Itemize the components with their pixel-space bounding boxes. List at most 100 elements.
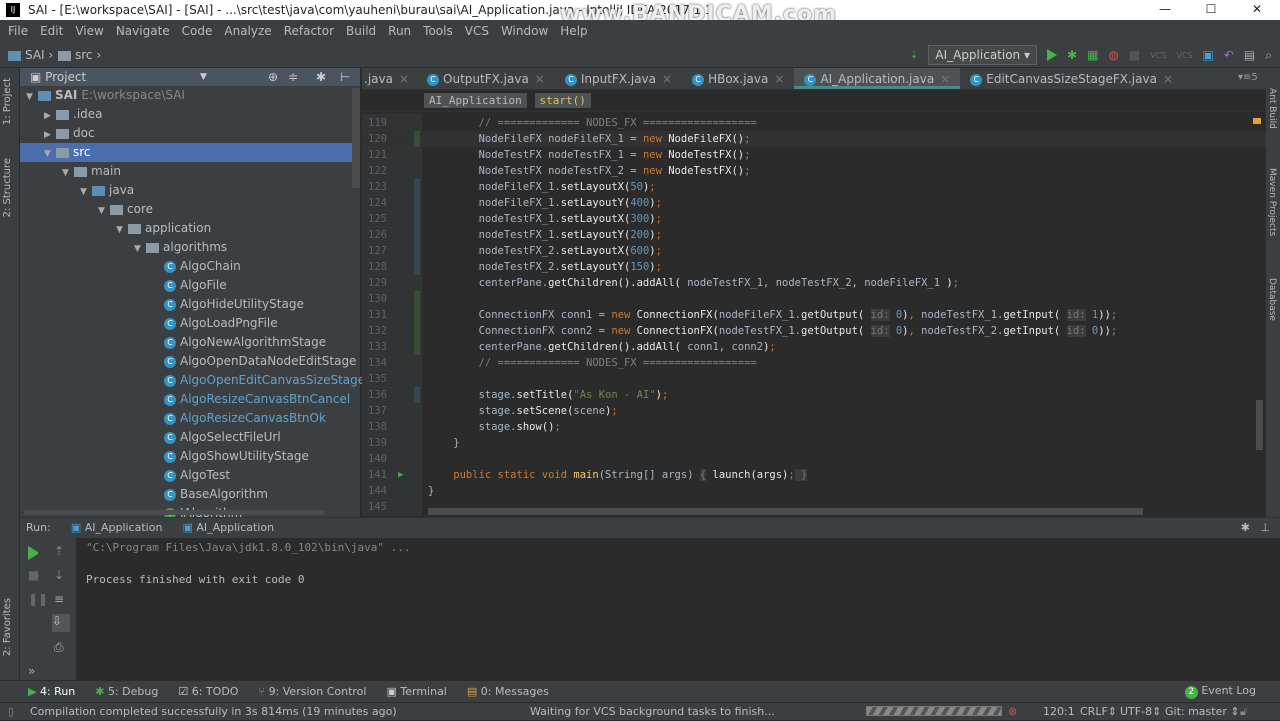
tab-outputfx-java[interactable]: C OutputFX.java × (417, 68, 555, 89)
encoding[interactable]: UTF-8⇕ (1120, 703, 1161, 721)
tabs-overflow-button[interactable]: ▾≡5 (1238, 72, 1258, 83)
maximize-button[interactable]: ☐ (1188, 0, 1234, 20)
tree-item[interactable]: ▼ SAI E:\workspace\SAI (20, 86, 360, 105)
wrap-icon[interactable]: ≡ (54, 592, 68, 606)
git-branch[interactable]: Git: master ⇕ (1165, 703, 1240, 721)
status-message[interactable]: Compilation completed successfully in 3s… (30, 703, 397, 721)
tree-item[interactable]: C AlgoOpenEditCanvasSizeStage (20, 371, 365, 390)
menu-view[interactable]: View (69, 20, 109, 42)
tree-hscrollbar[interactable] (24, 510, 324, 515)
tree-scrollbar[interactable] (352, 88, 360, 188)
menu-analyze[interactable]: Analyze (218, 20, 277, 42)
menu-tools[interactable]: Tools (417, 20, 459, 42)
favorites-tool-tab[interactable]: 2: Favorites (2, 598, 13, 656)
print-icon[interactable]: ⎙ (54, 640, 68, 654)
menu-code[interactable]: Code (176, 20, 219, 42)
tree-item[interactable]: ▶ .idea (20, 105, 360, 124)
vcs-change-marker[interactable] (414, 291, 420, 355)
revert-icon[interactable]: ↶ (1224, 48, 1234, 62)
menu-file[interactable]: File (2, 20, 34, 42)
tree-item[interactable]: C AlgoNewAlgorithmStage (20, 333, 360, 352)
tool-button-version-control[interactable]: ⑂ 9: Version Control (258, 681, 366, 702)
close-tab-icon[interactable]: × (1163, 72, 1173, 86)
breadcrumb-method[interactable]: start() (534, 93, 591, 108)
run-icon[interactable] (1047, 49, 1057, 61)
more-icon[interactable]: » (28, 664, 42, 678)
hide-panel-icon[interactable]: ⊢ (340, 68, 350, 86)
menu-run[interactable]: Run (382, 20, 417, 42)
gear-icon[interactable]: ✱ (1241, 518, 1250, 538)
code-editor[interactable]: 119 // ============= NODES_FX ==========… (362, 114, 1266, 516)
tab-hbox-java[interactable]: C HBox.java × (682, 68, 794, 89)
stop-icon[interactable]: ■ (1129, 48, 1140, 62)
caret-position[interactable]: 120:1 (1043, 703, 1075, 721)
scroll-up-icon[interactable]: ⇡ (54, 544, 68, 558)
vcs-update-icon[interactable]: VCS (1150, 51, 1166, 60)
close-tab-icon[interactable]: × (774, 72, 784, 86)
minimize-button[interactable]: — (1142, 0, 1188, 20)
tree-item[interactable]: C AlgoOpenDataNodeEditStage (20, 352, 360, 371)
menu-vcs[interactable]: VCS (459, 20, 495, 42)
close-tab-icon[interactable]: × (940, 72, 950, 86)
coverage-icon[interactable]: ▦ (1087, 48, 1098, 62)
background-task-text[interactable]: Waiting for VCS background tasks to fini… (530, 703, 775, 721)
close-button[interactable]: ✕ (1234, 0, 1280, 20)
tab-ai_application-java[interactable]: C AI_Application.java × (794, 68, 961, 89)
tree-item[interactable]: ▼ core (20, 200, 360, 219)
tree-item[interactable]: C AlgoResizeCanvasBtnCancel (20, 390, 360, 409)
tree-item[interactable]: ▼ algorithms (20, 238, 360, 257)
tree-item[interactable]: C AlgoResizeCanvasBtnOk (20, 409, 360, 428)
breadcrumb-class[interactable]: AI_Application (424, 93, 527, 108)
project-structure-icon[interactable]: ▤ (1244, 48, 1255, 62)
close-tab-icon[interactable]: × (662, 72, 672, 86)
search-icon[interactable]: ⌕ (1265, 48, 1272, 63)
menu-build[interactable]: Build (340, 20, 382, 42)
tree-item[interactable]: ▼ java (20, 181, 360, 200)
tool-button-debug[interactable]: ✱ 5: Debug (95, 681, 158, 702)
tab-inputfx-java[interactable]: C InputFX.java × (555, 68, 682, 89)
menu-refactor[interactable]: Refactor (278, 20, 340, 42)
collapse-all-icon[interactable]: ≑ (288, 68, 298, 86)
tree-item[interactable]: C BaseAlgorithm (20, 485, 360, 504)
ant-build-tool-tab[interactable]: Ant Build (1267, 88, 1277, 129)
scroll-down-icon[interactable]: ⇣ (54, 568, 68, 582)
tree-item[interactable]: C AlgoHideUtilityStage (20, 295, 360, 314)
tree-item[interactable]: C AlgoLoadPngFile (20, 314, 360, 333)
run-configuration-select[interactable]: AI_Application ▾ (928, 45, 1037, 65)
editor-vscrollbar[interactable] (1256, 400, 1263, 450)
profile-icon[interactable]: ◍ (1108, 48, 1118, 62)
tree-item[interactable]: C AlgoShowUtilityStage (20, 447, 360, 466)
tab-editcanvassizestagefx-java[interactable]: C EditCanvasSizeStageFX.java × (960, 68, 1183, 89)
editor-hscrollbar[interactable] (428, 508, 1143, 515)
menu-window[interactable]: Window (495, 20, 554, 42)
tree-item[interactable]: C AlgoSelectFileUrl (20, 428, 360, 447)
close-tab-icon[interactable]: × (535, 72, 545, 86)
menu-help[interactable]: Help (554, 20, 593, 42)
pause-icon[interactable]: ❚❚ (28, 592, 48, 606)
close-tab-icon[interactable]: × (399, 72, 409, 86)
tree-item[interactable]: ▼ main (20, 162, 360, 181)
nav-crumb-sai[interactable]: SAI › (8, 42, 53, 68)
tool-button-terminal[interactable]: ▣ Terminal (386, 681, 446, 702)
menu-edit[interactable]: Edit (34, 20, 69, 42)
project-tool-tab[interactable]: 1: Project (2, 78, 13, 125)
chevron-down-icon[interactable]: ▼ (200, 68, 207, 86)
vcs-commit-icon[interactable]: VCS (1176, 51, 1192, 60)
project-view-select[interactable]: Project (45, 70, 86, 84)
tool-button-messages[interactable]: ▤ 0: Messages (467, 681, 549, 702)
run-tab-2[interactable]: ▣ AI_Application (182, 518, 274, 538)
structure-tool-tab[interactable]: 2: Structure (2, 158, 13, 217)
tool-button-todo[interactable]: ☑ 6: TODO (178, 681, 238, 702)
rerun-icon[interactable] (28, 546, 42, 560)
tree-item[interactable]: ▼ application (20, 219, 360, 238)
event-log-button[interactable]: 2 Event Log (1184, 684, 1256, 699)
console-output[interactable]: "C:\Program Files\Java\jdk1.8.0_102\bin\… (86, 540, 411, 588)
tool-button-run[interactable]: ▶ 4: Run (28, 681, 75, 702)
run-gutter-icon[interactable]: ▶ (398, 467, 403, 483)
debug-icon[interactable]: ✱ (1067, 48, 1077, 62)
tree-item[interactable]: C AlgoFile (20, 276, 360, 295)
vcs-change-marker[interactable] (414, 387, 420, 403)
build-icon[interactable]: ⇣ (910, 50, 918, 61)
tree-item[interactable]: ▶ doc (20, 124, 360, 143)
cancel-task-icon[interactable]: ⊗ (1008, 703, 1017, 721)
